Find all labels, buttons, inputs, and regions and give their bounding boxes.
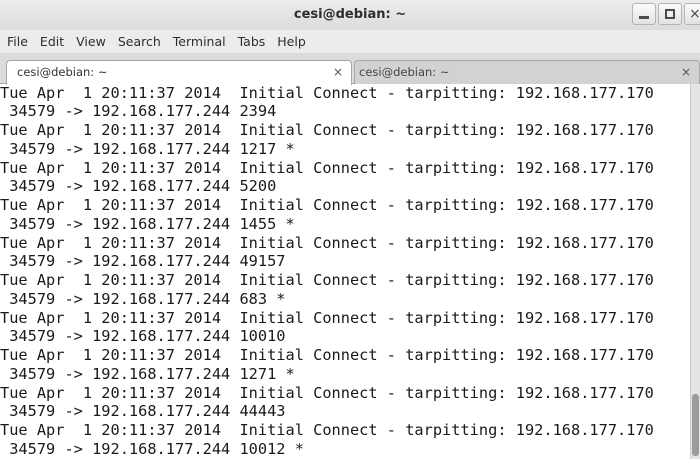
menu-help[interactable]: Help <box>271 30 312 53</box>
terminal-line: 34579 -> 192.168.177.244 1271 * <box>0 364 295 383</box>
terminal-lines: Tue Apr 1 20:11:37 2014 Initial Connect … <box>0 84 654 459</box>
menu-tabs[interactable]: Tabs <box>232 30 272 53</box>
terminal-window: cesi@debian: ~ × File Edit View Search T… <box>0 0 700 459</box>
terminal-line: Tue Apr 1 20:11:37 2014 Initial Connect … <box>0 158 654 177</box>
terminal-line: 34579 -> 192.168.177.244 44443 <box>0 402 286 421</box>
close-icon: × <box>689 6 700 22</box>
terminal-line: Tue Apr 1 20:11:37 2014 Initial Connect … <box>0 233 654 252</box>
terminal-line: 34579 -> 192.168.177.244 5200 <box>0 177 277 196</box>
menu-bar: File Edit View Search Terminal Tabs Help <box>0 30 700 53</box>
tab-terminal-2[interactable]: cesi@debian: ~ × <box>354 60 700 84</box>
terminal-line: 34579 -> 192.168.177.244 10012 * <box>0 439 304 458</box>
terminal-line: Tue Apr 1 20:11:37 2014 Initial Connect … <box>0 196 654 214</box>
terminal-line: Tue Apr 1 20:11:37 2014 Initial Connect … <box>0 121 654 139</box>
minimize-icon <box>639 16 649 19</box>
window-title: cesi@debian: ~ <box>293 7 407 22</box>
terminal-line: Tue Apr 1 20:11:37 2014 Initial Connect … <box>0 271 654 289</box>
close-tab-icon[interactable]: × <box>333 61 343 83</box>
title-bar[interactable]: cesi@debian: ~ × <box>0 0 700 30</box>
terminal-line: Tue Apr 1 20:11:37 2014 Initial Connect … <box>0 308 654 327</box>
terminal-line: 34579 -> 192.168.177.244 1455 * <box>0 214 295 233</box>
tab-terminal-1[interactable]: cesi@debian: ~ × <box>6 60 352 85</box>
terminal-line: 34579 -> 192.168.177.244 1217 * <box>0 139 295 158</box>
terminal-line: Tue Apr 1 20:11:37 2014 Initial Connect … <box>0 421 654 439</box>
tab-label: cesi@debian: ~ <box>17 65 108 79</box>
maximize-button[interactable] <box>658 3 682 25</box>
terminal-line: 34579 -> 192.168.177.244 10010 <box>0 327 286 346</box>
minimize-button[interactable] <box>632 3 656 25</box>
terminal-line: Tue Apr 1 20:11:37 2014 Initial Connect … <box>0 383 654 402</box>
vertical-scrollbar[interactable] <box>690 84 700 459</box>
tab-bar: cesi@debian: ~ × cesi@debian: ~ × <box>0 53 700 85</box>
menu-search[interactable]: Search <box>112 30 167 53</box>
close-tab-icon[interactable]: × <box>681 61 691 83</box>
menu-view[interactable]: View <box>70 30 112 53</box>
close-window-button[interactable]: × <box>684 3 700 25</box>
tab-label: cesi@debian: ~ <box>359 65 450 79</box>
menu-terminal[interactable]: Terminal <box>167 30 232 53</box>
terminal-line: 34579 -> 192.168.177.244 2394 <box>0 102 277 121</box>
terminal-line: 34579 -> 192.168.177.244 49157 <box>0 252 286 271</box>
terminal-line: Tue Apr 1 20:11:37 2014 Initial Connect … <box>0 346 654 364</box>
maximize-icon <box>665 9 675 19</box>
terminal-output[interactable]: Tue Apr 1 20:11:37 2014 Initial Connect … <box>0 84 690 459</box>
menu-edit[interactable]: Edit <box>34 30 70 53</box>
scrollbar-thumb[interactable] <box>692 394 699 456</box>
terminal-line: Tue Apr 1 20:11:37 2014 Initial Connect … <box>0 84 654 102</box>
menu-file[interactable]: File <box>0 30 34 53</box>
terminal-line: 34579 -> 192.168.177.244 683 * <box>0 289 286 308</box>
